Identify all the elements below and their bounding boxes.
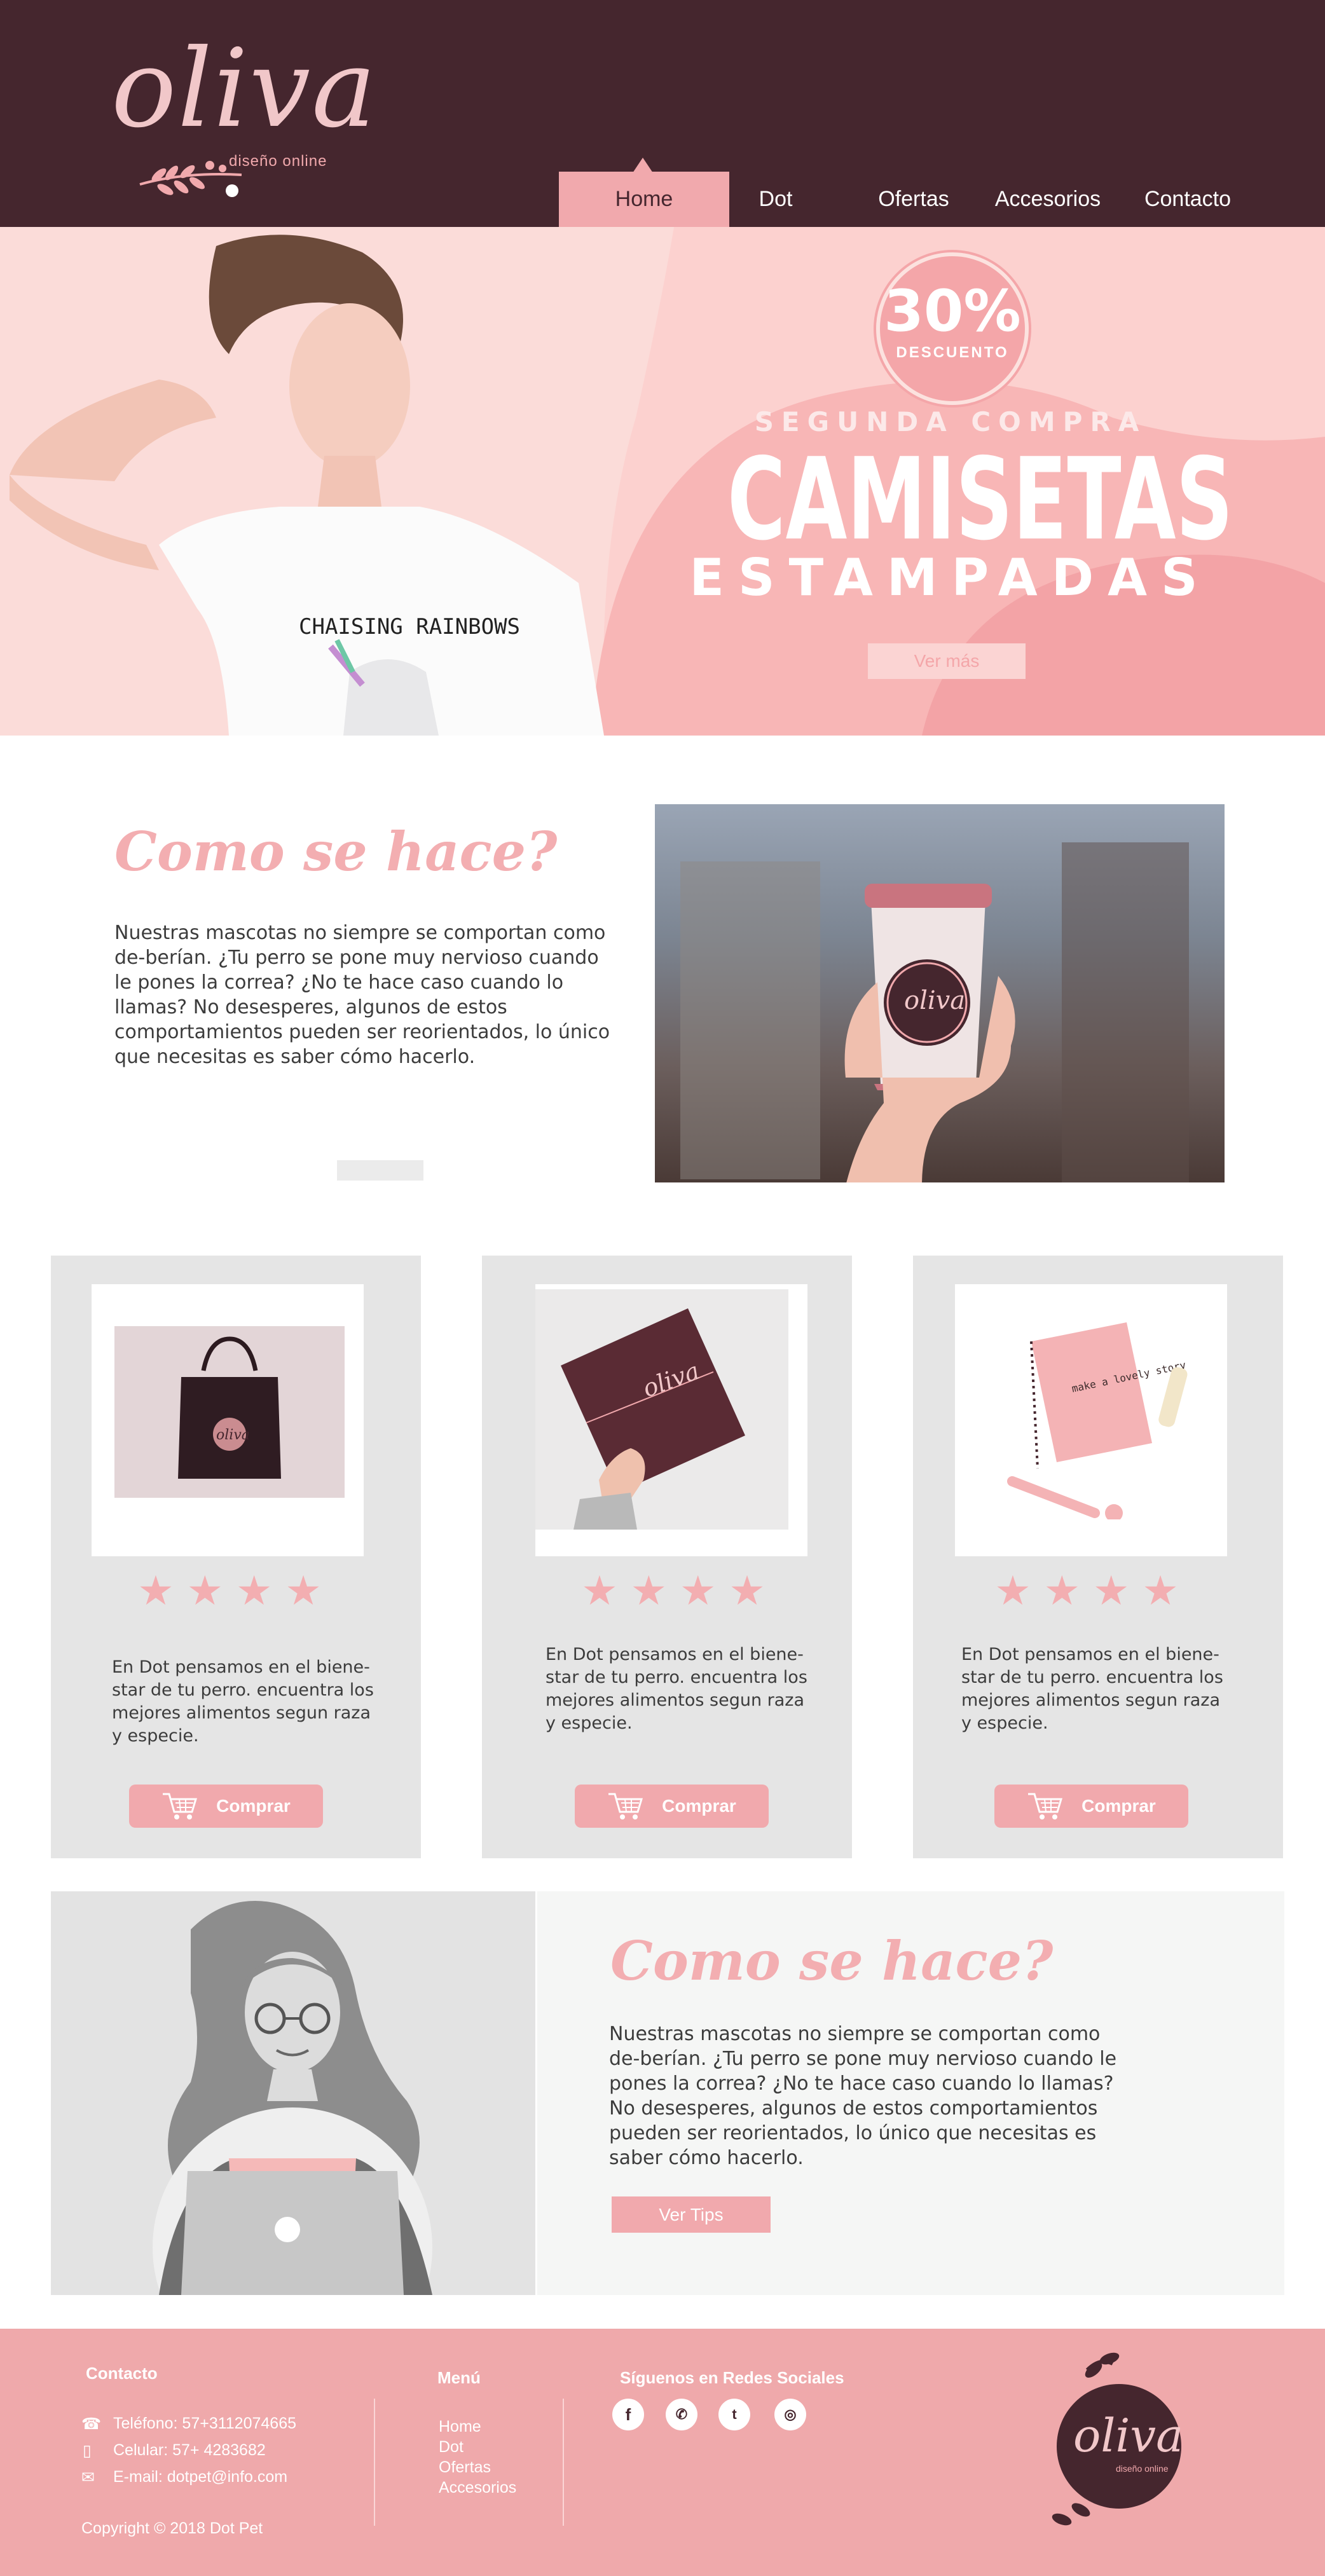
star-icon: ★ (285, 1568, 334, 1613)
star-icon: ★ (1142, 1568, 1191, 1613)
footer-copyright: Copyright © 2018 Dot Pet (81, 2519, 263, 2537)
product-card: oliva ★★★★ En Dot pensamos en el biene-s… (51, 1256, 421, 1858)
hero-banner: CHAISING RAINBOWS 30% DESCUENTO SEGUNDA … (0, 227, 1325, 736)
nav-active-indicator (633, 158, 653, 173)
cart-icon (163, 1793, 198, 1819)
comprar-label: Comprar (1081, 1796, 1156, 1816)
cart-icon (608, 1793, 643, 1819)
footer-menu-accesorios[interactable]: Accesorios (439, 2479, 516, 2497)
comprar-button[interactable]: Comprar (994, 1785, 1188, 1828)
comprar-button[interactable]: Comprar (575, 1785, 769, 1828)
product-image-frame: oliva (92, 1284, 364, 1556)
star-icon: ★ (1043, 1568, 1093, 1613)
footer-divider (374, 2399, 375, 2526)
tote-bag-photo: oliva (114, 1326, 345, 1498)
product-description: En Dot pensamos en el biene-star de tu p… (112, 1657, 374, 1746)
nav-accesorios[interactable]: Accesorios (978, 172, 1118, 227)
nav-home[interactable]: Home (559, 172, 729, 227)
phone-icon: ☎ (81, 2415, 102, 2433)
hero-subtitle: SEGUNDA COMPRA (754, 406, 1147, 437)
journal-photo: make a lovely story (1007, 1322, 1188, 1519)
tote-bag-illustration: oliva (178, 1336, 281, 1479)
rating-stars: ★★★★ (908, 1567, 1278, 1615)
twitter-icon[interactable]: t (718, 2399, 750, 2430)
section-title: Como se hace? (114, 820, 558, 883)
facebook-icon[interactable]: f (612, 2399, 644, 2430)
cup-logo-text: oliva (904, 986, 965, 1015)
discount-label: DESCUENTO (896, 344, 1009, 361)
star-icon: ★ (186, 1568, 236, 1613)
hero-title-line2: ESTAMPADAS (689, 548, 1212, 607)
instagram-icon[interactable]: ◎ (774, 2399, 806, 2430)
footer-menu-title: Menú (437, 2368, 481, 2387)
hero-title: CAMISETAS (727, 434, 1233, 565)
product-card: make a lovely story ★★★★ En Dot pensamos… (913, 1256, 1283, 1858)
footer-social-title: Síguenos en Redes Sociales (620, 2368, 844, 2387)
leaf-branch-icon (139, 161, 242, 197)
rating-stars: ★★★★ (495, 1567, 865, 1615)
footer-menu-ofertas[interactable]: Ofertas (439, 2458, 491, 2477)
footer-contact-title: Contacto (86, 2364, 158, 2383)
ver-mas-button[interactable]: Ver más (868, 643, 1026, 679)
comprar-button[interactable]: Comprar (129, 1785, 323, 1828)
coffee-cup-photo: oliva (655, 804, 1225, 1182)
ver-tips-button[interactable]: Ver Tips (612, 2196, 771, 2233)
shirt-print-text: CHAISING RAINBOWS (299, 614, 520, 640)
mobile-icon: ▯ (83, 2442, 92, 2460)
footer-mobile[interactable]: Celular: 57+ 4283682 (113, 2441, 266, 2460)
discount-value: 30% (884, 278, 1021, 345)
nav-dot[interactable]: Dot (706, 172, 846, 227)
slider-indicator[interactable] (337, 1160, 423, 1181)
notebook-photo: oliva (535, 1289, 788, 1530)
footer-logo-text: oliva (1073, 2409, 1183, 2462)
star-icon: ★ (236, 1568, 285, 1613)
product-image-frame: oliva (535, 1284, 807, 1556)
product-card: oliva ★★★★ En Dot pensamos en el biene-s… (482, 1256, 852, 1858)
nav-ofertas[interactable]: Ofertas (844, 172, 984, 227)
product-image-frame: make a lovely story (955, 1284, 1227, 1556)
footer-divider (563, 2399, 564, 2526)
nav-contacto[interactable]: Contacto (1118, 172, 1258, 227)
tote-logo-text: oliva (216, 1427, 250, 1443)
section-body: Nuestras mascotas no siempre se comporta… (114, 922, 610, 1068)
discount-badge: 30% DESCUENTO (876, 252, 1029, 405)
footer-logo-mark: oliva diseño online (1052, 2352, 1183, 2526)
tips-title: Como se hace? (610, 1929, 1054, 1992)
star-icon: ★ (137, 1568, 187, 1613)
illustration-panel (51, 1891, 535, 2295)
model-photo: CHAISING RAINBOWS (10, 235, 604, 736)
footer-menu-dot[interactable]: Dot (439, 2438, 463, 2456)
footer-email[interactable]: E-mail: dotpet@info.com (113, 2468, 287, 2486)
footer-logo-tagline: diseño online (1116, 2463, 1169, 2474)
comprar-label: Comprar (662, 1796, 736, 1816)
footer-menu-home[interactable]: Home (439, 2418, 481, 2436)
brand-name: oliva (111, 26, 378, 152)
site-footer: Contacto ☎ Teléfono: 57+3112074665 ▯ Cel… (0, 2329, 1325, 2576)
star-icon: ★ (581, 1568, 631, 1613)
brand-logo[interactable]: oliva diseño online (111, 35, 376, 207)
woman-laptop-illustration (153, 1901, 432, 2295)
cart-icon (1028, 1793, 1063, 1819)
star-icon: ★ (729, 1568, 778, 1613)
tips-body: Nuestras mascotas no siempre se comporta… (609, 2023, 1117, 2169)
footer-logo[interactable]: oliva diseño online (1043, 2345, 1195, 2535)
site-header: oliva diseño online Home Dot Ofertas Acc… (0, 0, 1325, 227)
footer-phone[interactable]: Teléfono: 57+3112074665 (113, 2415, 296, 2433)
star-icon: ★ (1093, 1568, 1143, 1613)
rating-stars: ★★★★ (51, 1567, 421, 1615)
product-description: En Dot pensamos en el biene-star de tu p… (546, 1645, 807, 1733)
whatsapp-icon[interactable]: ✆ (666, 2399, 697, 2430)
star-icon: ★ (680, 1568, 729, 1613)
star-icon: ★ (630, 1568, 680, 1613)
cup-illustration: oliva (680, 842, 1189, 1182)
star-icon: ★ (994, 1568, 1044, 1613)
comprar-label: Comprar (216, 1796, 291, 1816)
mail-icon: ✉ (81, 2469, 95, 2486)
notebook-illustration: oliva (561, 1308, 745, 1530)
product-description: En Dot pensamos en el biene-star de tu p… (961, 1645, 1223, 1733)
